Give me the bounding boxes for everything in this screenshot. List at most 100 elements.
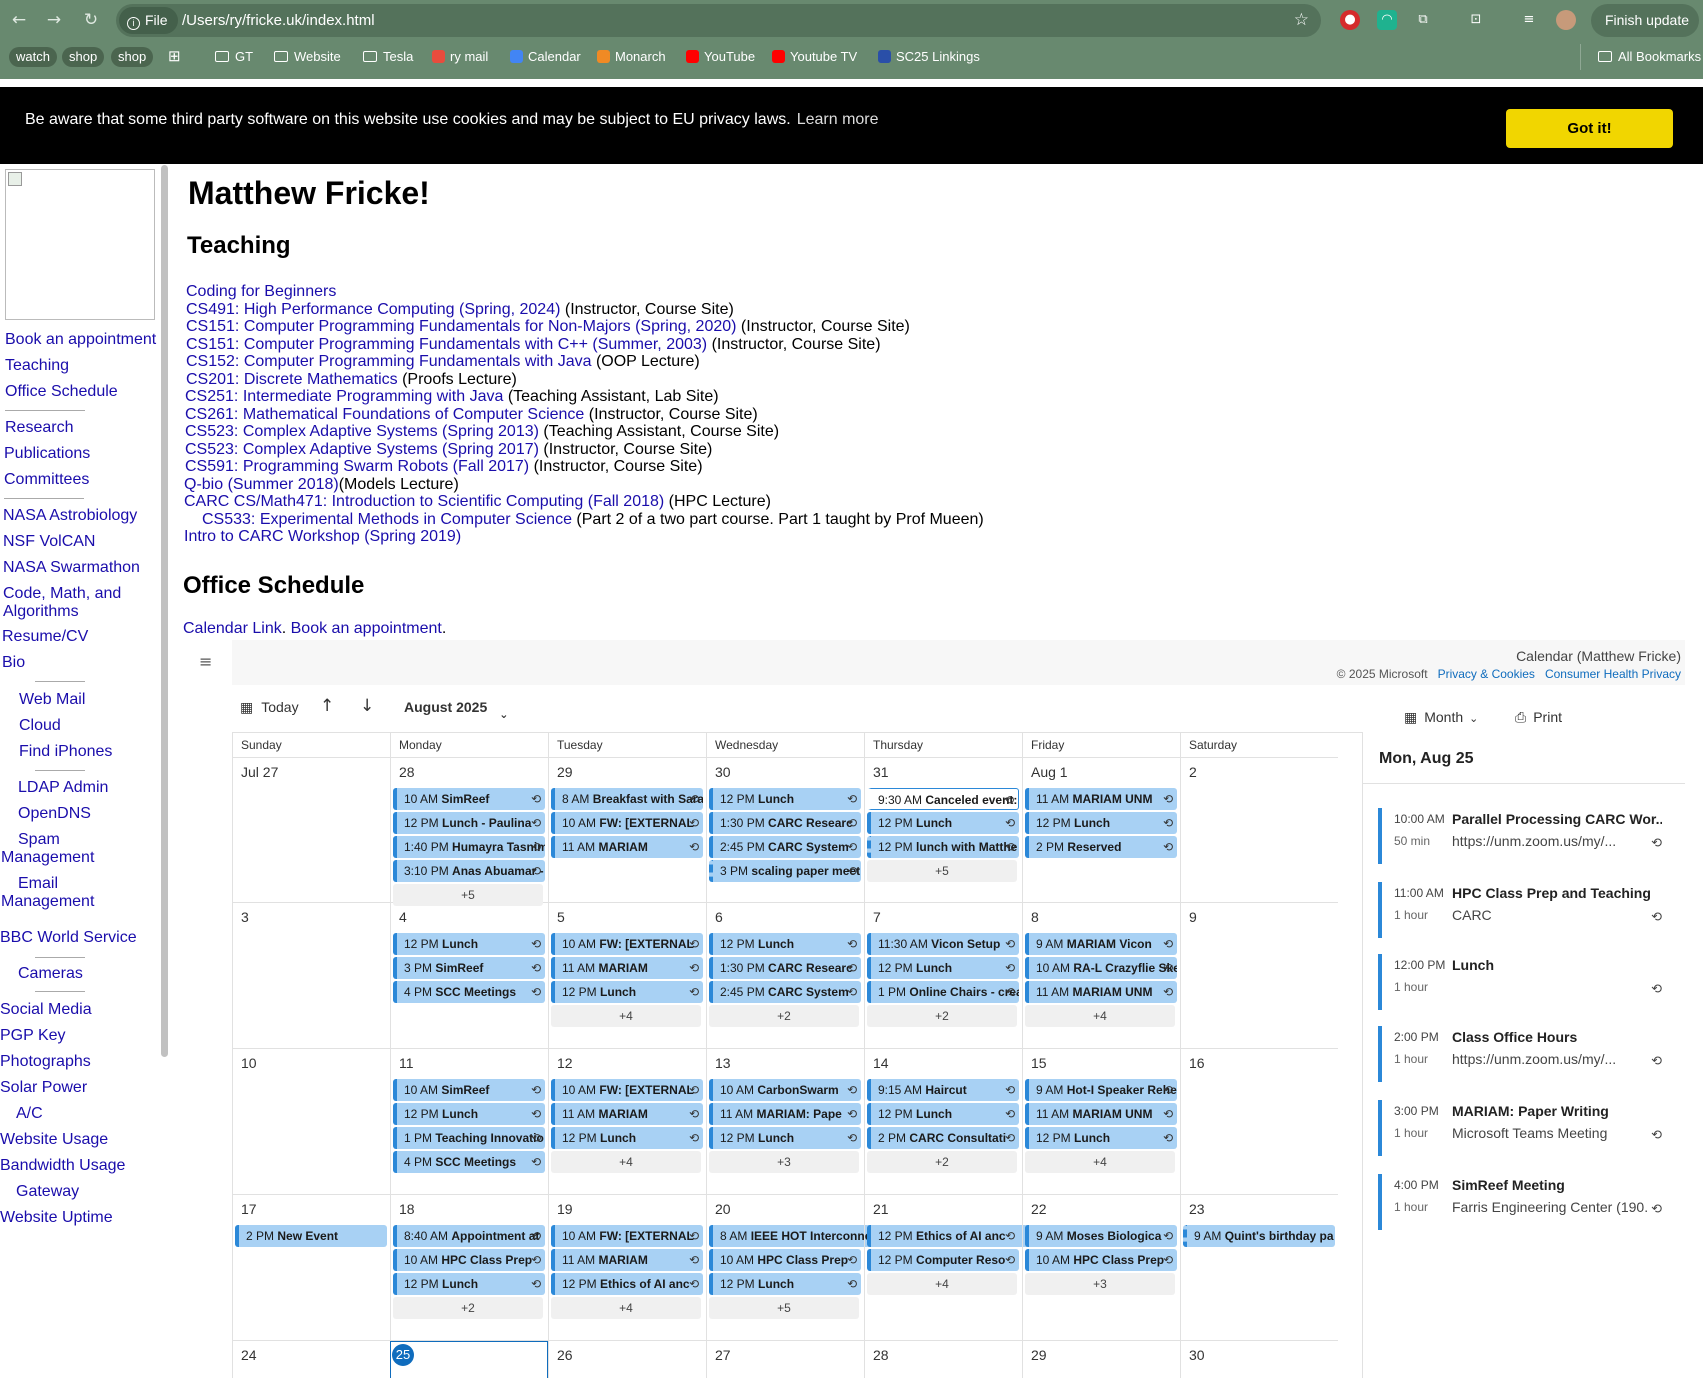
- sidebar-link-uptime[interactable]: Website Uptime: [0, 1209, 113, 1227]
- bookmark-sc25[interactable]: SC25 Linkings: [878, 44, 980, 70]
- bookmark-youtube[interactable]: YouTube: [686, 44, 755, 70]
- more-events-button[interactable]: +4: [551, 1297, 701, 1319]
- day-cell[interactable]: 10: [232, 1049, 390, 1195]
- menu-icon[interactable]: ≡: [199, 652, 212, 671]
- calendar-event[interactable]: 12 PM Lunch ⟲: [709, 788, 861, 810]
- day-cell[interactable]: 13 10 AM CarbonSwarm ⟲ 11 AM MARIAM: Pape ⟲ 1…: [706, 1049, 864, 1195]
- calendar-event[interactable]: 10 AM HPC Class Prep ⟲: [709, 1249, 861, 1271]
- sidebar-link-cameras[interactable]: Cameras: [18, 965, 83, 983]
- calendar-event[interactable]: 12 PM Lunch ⟲: [393, 933, 545, 955]
- calendar-event[interactable]: 12 PM Lunch ⟲: [551, 981, 703, 1003]
- calendar-event[interactable]: 11 AM MARIAM ⟲: [551, 957, 703, 979]
- tab-search-icon[interactable]: ⊡: [1466, 10, 1486, 30]
- calendar-event[interactable]: 12 PM Ethics of AI anc ⟲: [867, 1225, 1019, 1247]
- course-link[interactable]: CS151: Computer Programming Fundamentals…: [186, 318, 736, 335]
- sidebar-link-nsf-volcan[interactable]: NSF VolCAN: [3, 533, 95, 551]
- course-link[interactable]: CS151: Computer Programming Fundamentals…: [186, 336, 707, 353]
- reload-icon[interactable]: ↻: [80, 9, 102, 31]
- day-cell[interactable]: 15 9 AM Hot-I Speaker Rehe ⟲ 11 AM MARIAM U…: [1022, 1049, 1180, 1195]
- view-selector[interactable]: ▦ Month ⌄: [1404, 709, 1478, 726]
- calendar-event[interactable]: 12 PM Computer Reso ⟲: [867, 1249, 1019, 1271]
- sidebar-link-code-math[interactable]: Code, Math, and Algorithms: [3, 585, 153, 621]
- day-cell[interactable]: 17 2 PM New Event: [232, 1195, 390, 1341]
- extension-green-icon[interactable]: ◠: [1377, 10, 1397, 30]
- calendar-event[interactable]: 11 AM MARIAM: Pape ⟲: [709, 1103, 861, 1125]
- today-button[interactable]: ▦ Today: [240, 699, 299, 716]
- calendar-event[interactable]: 1 PM Online Chairs - crea ⟲: [867, 981, 1019, 1003]
- more-events-button[interactable]: +2: [709, 1005, 859, 1027]
- calendar-event[interactable]: 10 AM HPC Class Prep ⟲: [393, 1249, 545, 1271]
- calendar-event[interactable]: 10 AM CarbonSwarm ⟲: [709, 1079, 861, 1101]
- day-cell[interactable]: Aug 1 11 AM MARIAM UNM ⟲ 12 PM Lunch ⟲ 2 PM R…: [1022, 758, 1180, 903]
- bookmark-ry-mail[interactable]: ry mail: [432, 44, 488, 70]
- agenda-item[interactable]: 4:00 PM 1 hour SimReef Meeting Farris Engin…: [1378, 1174, 1668, 1230]
- day-cell[interactable]: 6 12 PM Lunch ⟲ 1:30 PM CARC Researc ⟲ 2:45 P…: [706, 903, 864, 1049]
- sidebar-link-photographs[interactable]: Photographs: [0, 1053, 91, 1071]
- calendar-event[interactable]: 12 PM Lunch ⟲: [709, 1273, 861, 1295]
- more-events-button[interactable]: +2: [867, 1005, 1017, 1027]
- sidebar-link-bandwidth[interactable]: Bandwidth Usage: [0, 1157, 125, 1175]
- day-cell[interactable]: 19 10 AM FW: [EXTERNAL ⟲ 11 AM MARIAM ⟲ 12 PM…: [548, 1195, 706, 1341]
- sidebar-scrollbar[interactable]: [161, 165, 168, 1057]
- calendar-event[interactable]: 12 PM Lunch ⟲: [867, 812, 1019, 834]
- sidebar-link-ldap[interactable]: LDAP Admin: [18, 779, 108, 797]
- course-link[interactable]: Q-bio (Summer 2018): [184, 476, 339, 493]
- bookmark-star-icon[interactable]: ☆: [1294, 4, 1309, 37]
- more-events-button[interactable]: +2: [867, 1151, 1017, 1173]
- sidebar-link-social[interactable]: Social Media: [0, 1001, 92, 1019]
- calendar-event[interactable]: 10 AM FW: [EXTERNAL ⟲: [551, 933, 703, 955]
- calendar-event[interactable]: 11 AM MARIAM UNM ⟲: [1025, 1103, 1177, 1125]
- sidebar-link-research[interactable]: Research: [5, 419, 73, 437]
- more-events-button[interactable]: +3: [1025, 1273, 1175, 1295]
- sidebar-link-find-iphones[interactable]: Find iPhones: [19, 743, 112, 761]
- calendar-event[interactable]: 12 PM Lunch ⟲: [1025, 812, 1177, 834]
- finish-update-button[interactable]: Finish update: [1591, 4, 1699, 37]
- sidebar-link-publications[interactable]: Publications: [4, 445, 90, 463]
- day-cell[interactable]: 31 9:30 AM Canceled event: ⟲ 12 PM Lunch ⟲ 12…: [864, 758, 1022, 903]
- day-cell[interactable]: 28 10 AM SimReef ⟲ 12 PM Lunch - Paulina ⟲ 1:…: [390, 758, 548, 906]
- bookmark-monarch[interactable]: Monarch: [597, 44, 666, 70]
- calendar-event[interactable]: 9:15 AM Haircut ⟲: [867, 1079, 1019, 1101]
- calendar-event[interactable]: 12 PM Lunch ⟲: [867, 957, 1019, 979]
- bookmark-watch[interactable]: watch: [9, 47, 57, 67]
- day-cell[interactable]: 12 10 AM FW: [EXTERNAL ⟲ 11 AM MARIAM ⟲ 12 PM…: [548, 1049, 706, 1195]
- more-events-button[interactable]: +4: [1025, 1005, 1175, 1027]
- course-link[interactable]: CS591: Programming Swarm Robots (Fall 20…: [185, 458, 529, 475]
- more-events-button[interactable]: +4: [1025, 1151, 1175, 1173]
- sidebar-link-bbc[interactable]: BBC World Service: [0, 929, 137, 947]
- calendar-event[interactable]: 4 PM SCC Meetings ⟲: [393, 1151, 545, 1173]
- sidebar-link-pgp[interactable]: PGP Key: [0, 1027, 66, 1045]
- calendar-event[interactable]: 8 AM Breakfast with Sara ⟲: [551, 788, 703, 810]
- reading-list-icon[interactable]: ≡: [1519, 10, 1539, 30]
- calendar-event[interactable]: 9:30 AM Canceled event: ⟲: [867, 788, 1019, 810]
- day-cell[interactable]: 28: [864, 1341, 1022, 1378]
- health-privacy-link[interactable]: Consumer Health Privacy: [1545, 667, 1681, 681]
- calendar-event[interactable]: 2 PM CARC Consultati ⟲: [867, 1127, 1019, 1149]
- calendar-event[interactable]: 1:30 PM CARC Researc ⟲: [709, 957, 861, 979]
- calendar-event[interactable]: 12 PM Lunch ⟲: [1025, 1127, 1177, 1149]
- day-cell[interactable]: 30 12 PM Lunch ⟲ 1:30 PM CARC Researc ⟲ 2:45 …: [706, 758, 864, 903]
- bookmark-folder-website[interactable]: Website: [274, 44, 341, 70]
- more-events-button[interactable]: +4: [551, 1151, 701, 1173]
- month-picker[interactable]: August 2025 ⌄: [404, 699, 508, 721]
- course-link[interactable]: CS491: High Performance Computing (Sprin…: [186, 301, 560, 318]
- day-cell[interactable]: 89 AM MARIAM Vicon ⟲ 10 AM RA-L Crazyflie …: [1022, 903, 1180, 1049]
- course-link[interactable]: Coding for Beginners: [186, 283, 336, 300]
- calendar-event[interactable]: 11 AM MARIAM UNM ⟲: [1025, 981, 1177, 1003]
- day-cell[interactable]: 5 10 AM FW: [EXTERNAL ⟲ 11 AM MARIAM ⟲ 12 PM …: [548, 903, 706, 1049]
- calendar-event[interactable]: 3 PM scaling paper meet ⟲: [709, 860, 861, 882]
- site-info-chip[interactable]: i File: [119, 7, 178, 34]
- sidebar-link-gateway[interactable]: Gateway: [16, 1183, 79, 1201]
- more-events-button[interactable]: +2: [393, 1297, 543, 1319]
- calendar-event[interactable]: 3:10 PM Anas Abuamar - ⟲: [393, 860, 545, 882]
- calendar-event[interactable]: 9 AM Moses Biologica ⟲: [1025, 1225, 1177, 1247]
- back-icon[interactable]: ←: [8, 9, 30, 31]
- calendar-event[interactable]: 9 AM Hot-I Speaker Rehe ⟲: [1025, 1079, 1177, 1101]
- bookmark-shop[interactable]: shop: [62, 47, 105, 67]
- day-cell[interactable]: 2: [1180, 758, 1338, 903]
- learn-more-link[interactable]: Learn more: [797, 111, 879, 128]
- course-link[interactable]: CS523: Complex Adaptive Systems (Spring …: [185, 441, 539, 458]
- calendar-event[interactable]: 10 AM FW: [EXTERNAL ⟲: [551, 812, 703, 834]
- course-link[interactable]: CS201: Discrete Mathematics: [186, 371, 398, 388]
- sidebar-link-spam[interactable]: Spam Management: [1, 831, 111, 867]
